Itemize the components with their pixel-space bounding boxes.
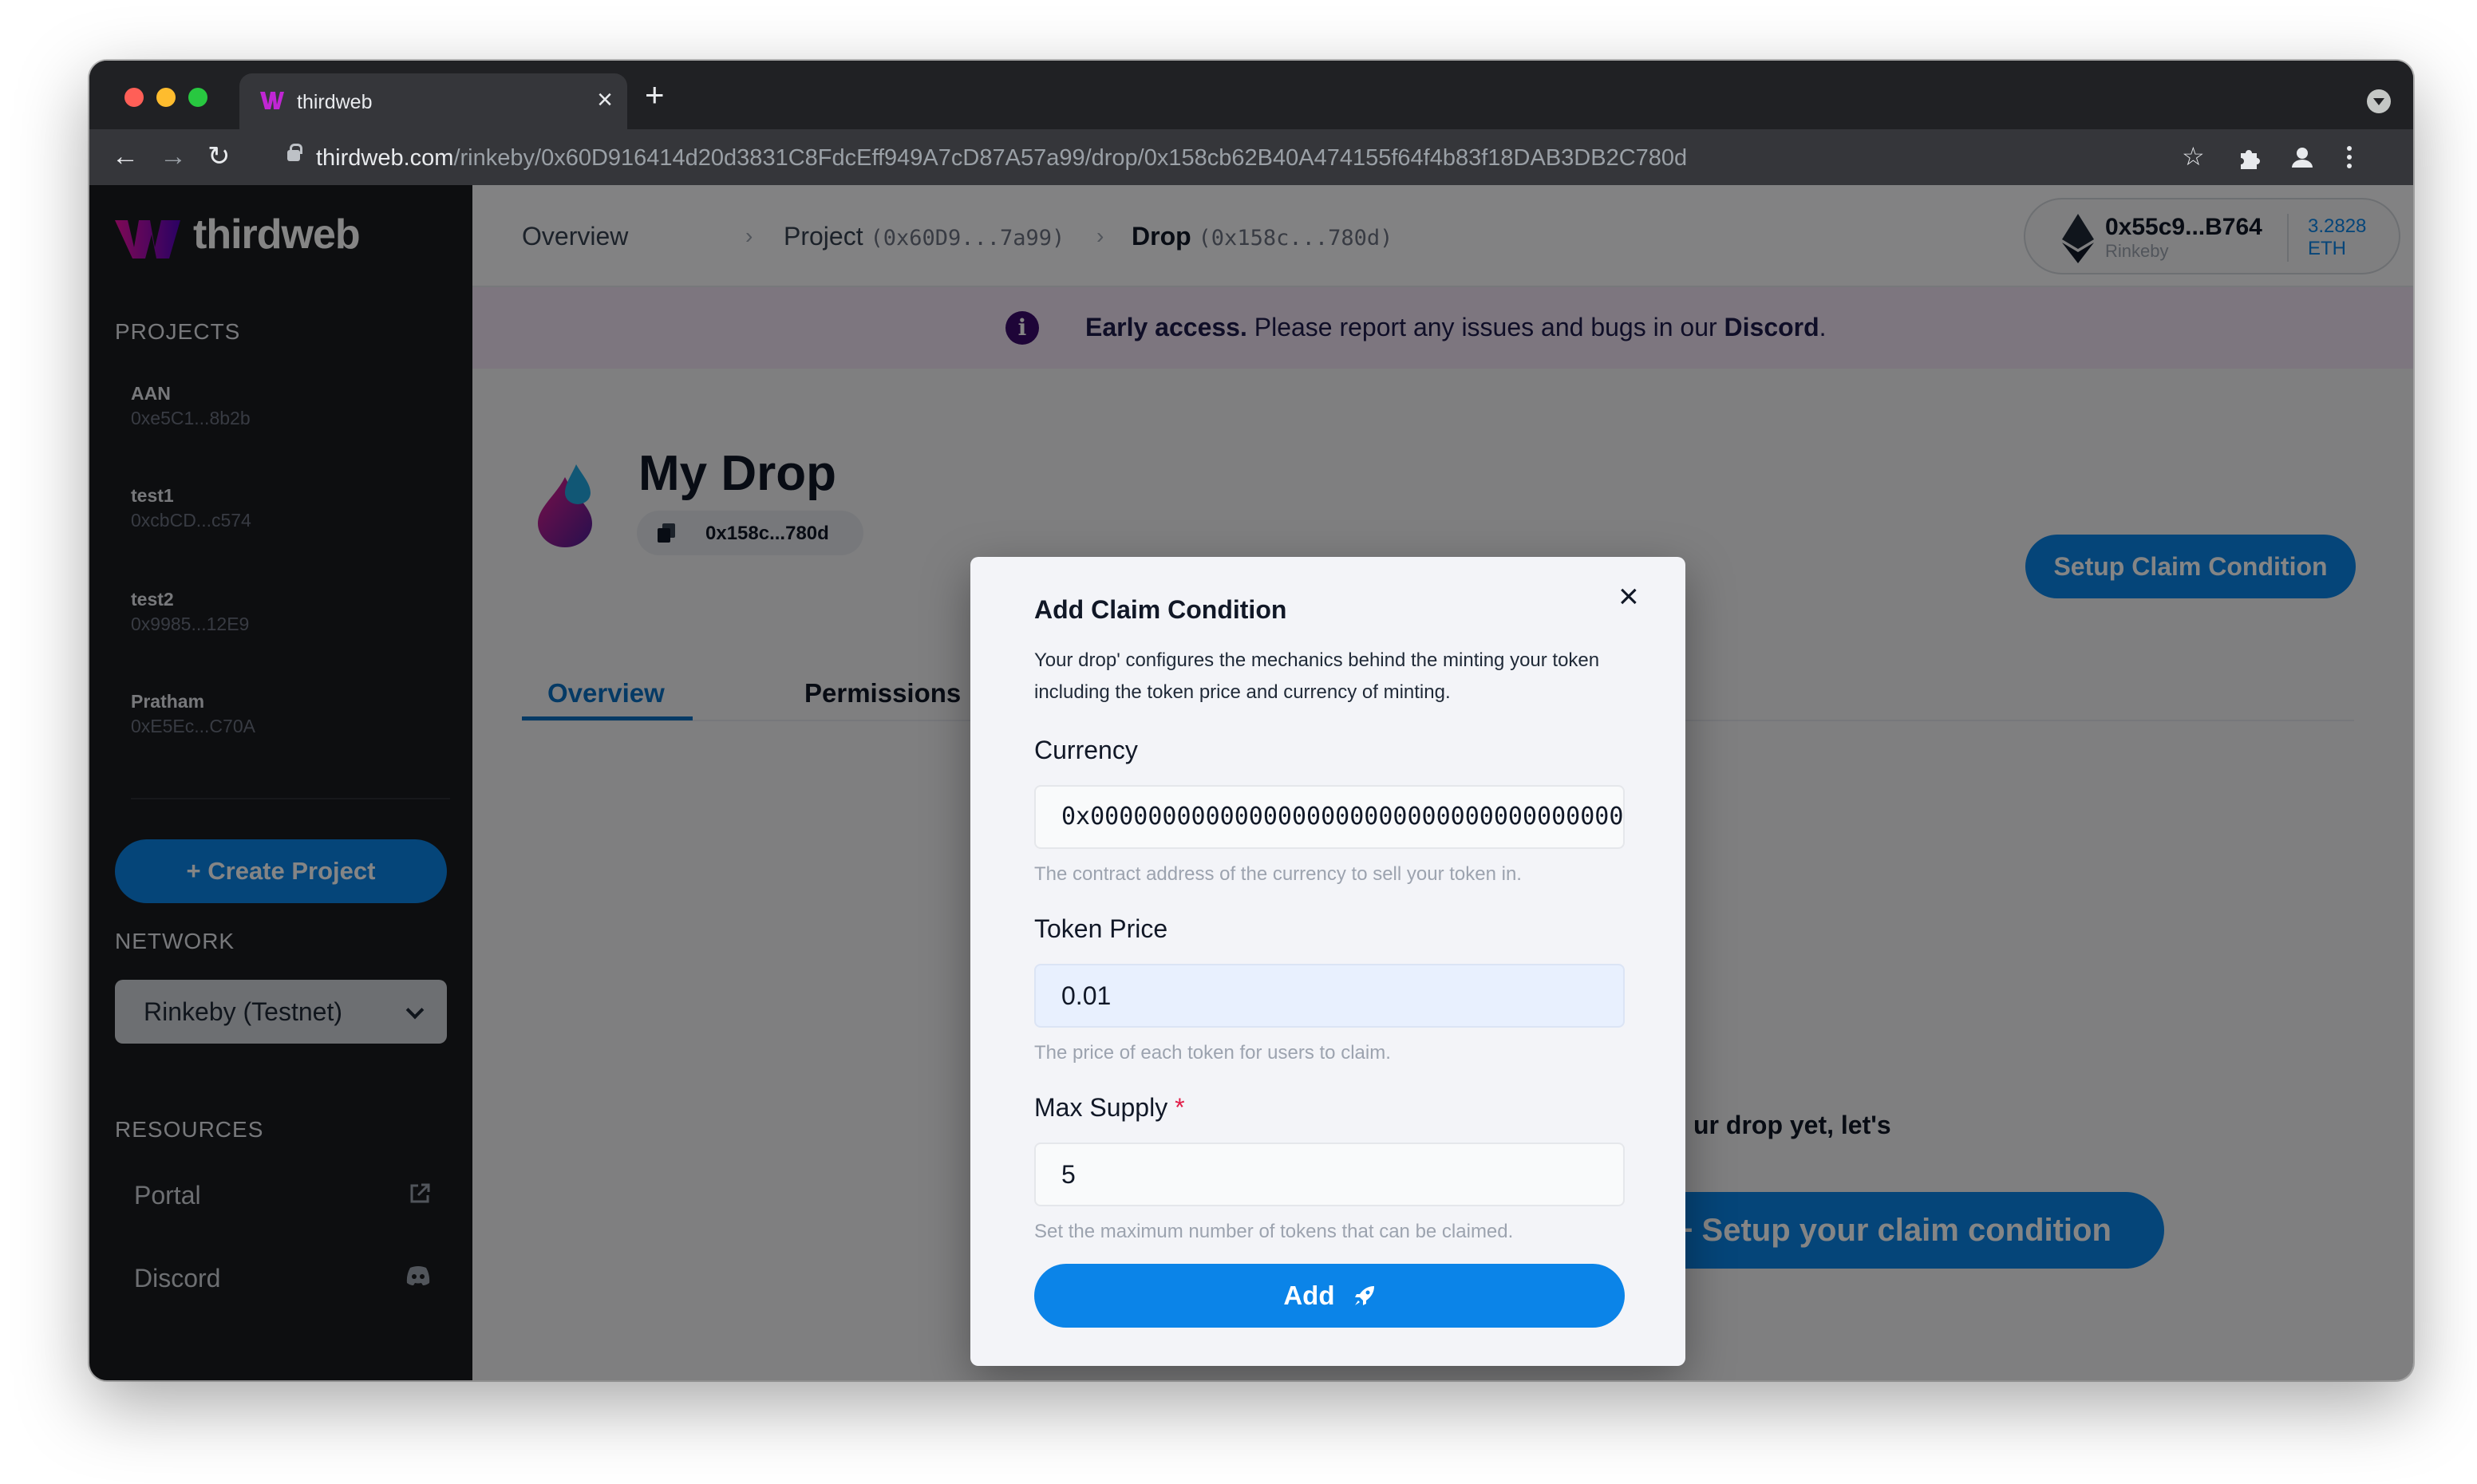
browser-toolbar: ← → ↻ thirdweb.com/rinkeby/0x60D916414d2… xyxy=(89,129,2413,185)
token-price-help: The price of each token for users to cla… xyxy=(1034,1042,1391,1064)
tab-search-icon[interactable] xyxy=(2367,89,2391,113)
modal-description: Your drop' configures the mechanics behi… xyxy=(1034,649,1600,703)
currency-label: Currency xyxy=(1034,736,1138,764)
bookmark-star-icon[interactable]: ☆ xyxy=(2182,140,2205,172)
max-supply-help: Set the maximum number of tokens that ca… xyxy=(1034,1221,1514,1242)
url-path: /rinkeby/0x60D916414d20d3831C8FdcEff949A… xyxy=(453,145,1688,171)
profile-icon[interactable] xyxy=(2290,145,2314,169)
max-supply-label-text: Max Supply xyxy=(1034,1093,1168,1122)
add-button-label: Add xyxy=(1283,1281,1335,1310)
minimize-window-button[interactable] xyxy=(156,88,176,107)
lock-icon xyxy=(287,144,302,161)
token-price-label: Token Price xyxy=(1034,914,1168,943)
new-tab-button[interactable]: + xyxy=(645,78,665,112)
token-price-input[interactable]: 0.01 xyxy=(1034,964,1625,1028)
add-button[interactable]: Add xyxy=(1034,1264,1625,1328)
browser-tab[interactable]: thirdweb × xyxy=(239,73,627,129)
rocket-icon xyxy=(1354,1286,1374,1306)
browser-window: thirdweb × + ← → ↻ thirdweb.com/rinkeby/… xyxy=(89,61,2413,1380)
extensions-icon[interactable] xyxy=(2238,145,2262,169)
url-host: thirdweb.com xyxy=(316,145,454,171)
tab-title: thirdweb xyxy=(297,91,373,113)
currency-help: The contract address of the currency to … xyxy=(1034,863,1522,885)
page: thirdweb PROJECTS AAN 0xe5C1...8b2b test… xyxy=(89,185,2413,1380)
tab-bar: thirdweb × + xyxy=(89,61,2413,129)
maximize-window-button[interactable] xyxy=(188,88,207,107)
close-icon[interactable]: × xyxy=(1618,579,1639,614)
address-bar[interactable]: thirdweb.com/rinkeby/0x60D916414d20d3831… xyxy=(89,136,2113,179)
max-supply-input[interactable]: 5 xyxy=(1034,1143,1625,1206)
tab-close-icon[interactable]: × xyxy=(597,86,613,113)
browser-menu-icon[interactable] xyxy=(2345,145,2354,169)
close-window-button[interactable] xyxy=(124,88,144,107)
thirdweb-favicon-icon xyxy=(260,92,284,109)
max-supply-label: Max Supply * xyxy=(1034,1093,1185,1123)
modal-title: Add Claim Condition xyxy=(1034,595,1287,624)
add-claim-condition-modal: Add Claim Condition × Your drop' configu… xyxy=(970,557,1685,1366)
currency-input[interactable]: 0x00000000000000000000000000000000000000… xyxy=(1034,785,1625,849)
url-text: thirdweb.com/rinkeby/0x60D916414d20d3831… xyxy=(316,145,1687,172)
required-marker: * xyxy=(1175,1093,1185,1122)
